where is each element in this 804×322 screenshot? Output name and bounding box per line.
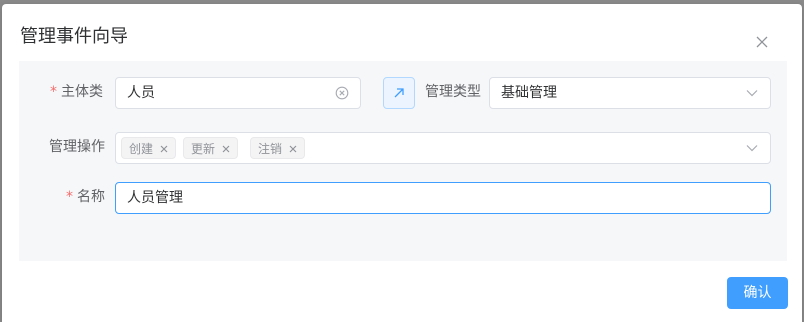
operation-tag-label: 创建 (129, 142, 154, 156)
close-icon (756, 36, 768, 48)
chevron-down-icon (746, 145, 758, 152)
chevron-down-icon (746, 90, 758, 97)
close-icon[interactable] (159, 144, 169, 154)
name-value: 人员管理 (127, 190, 183, 206)
subject-value: 人员 (127, 85, 155, 101)
close-icon[interactable] (288, 144, 298, 154)
close-button[interactable] (754, 34, 770, 50)
manage-type-select[interactable]: 基础管理 (489, 77, 771, 109)
subject-input[interactable]: 人员 (115, 77, 361, 109)
confirm-button[interactable]: 确认 (727, 277, 788, 309)
arrow-up-right-icon (394, 88, 404, 98)
subject-label: * 主体类 (39, 76, 103, 108)
subject-label-text: 主体类 (61, 84, 103, 100)
operation-tag: 更新 (183, 137, 239, 159)
manage-type-label: 管理类型 (425, 84, 481, 100)
operation-tag: 创建 (121, 137, 177, 159)
circle-x-icon[interactable] (335, 86, 349, 100)
operation-tag: 注销 (250, 137, 306, 159)
required-mark: * (66, 189, 73, 205)
close-icon[interactable] (221, 144, 231, 154)
dialog-title: 管理事件向导 (20, 26, 128, 47)
name-input[interactable]: 人员管理 (115, 182, 771, 214)
operation-tag-label: 更新 (191, 142, 216, 156)
form-panel: * 主体类 人员 管理类型 基础管理 管理操作 创建 更新 注销 * 名称 人员… (19, 61, 787, 261)
operations-multiselect[interactable]: 创建 更新 注销 (115, 132, 771, 164)
operation-tag-label: 注销 (258, 142, 283, 156)
operations-label: 管理操作 (49, 139, 105, 155)
subject-jump-button[interactable] (383, 77, 415, 109)
name-label: * 名称 (39, 181, 105, 213)
manage-type-value: 基础管理 (501, 85, 557, 101)
required-mark: * (50, 84, 57, 100)
manage-event-wizard-dialog: 管理事件向导 * 主体类 人员 管理类型 基础管理 管理操作 创建 更新 注销 … (2, 4, 802, 322)
name-label-text: 名称 (77, 189, 105, 205)
